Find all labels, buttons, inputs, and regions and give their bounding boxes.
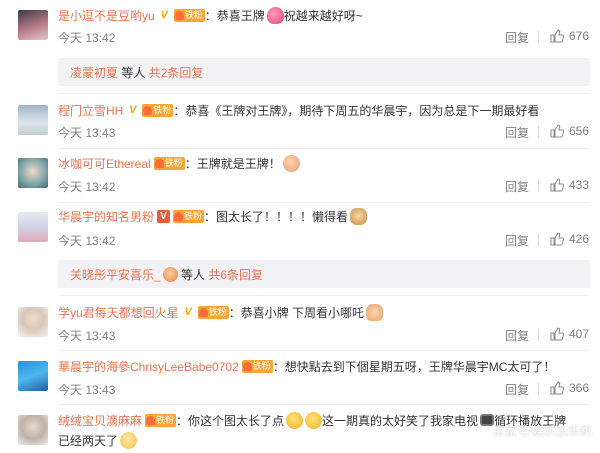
divider [58, 295, 590, 296]
verified-icon: V [160, 8, 168, 21]
username[interactable]: 華晨宇的海參ChrisyLeeBabe0702 [58, 358, 239, 375]
reply-button[interactable]: 回复 [505, 327, 529, 344]
sub-replies-box[interactable]: 凌蒙初夏 等人 共2条回复 [58, 58, 590, 86]
fan-badge-icon[interactable]: 铁粉 [153, 156, 185, 170]
verified-icon: V [184, 305, 192, 318]
username[interactable]: 华晨宇的知名男粉 [58, 208, 154, 225]
username[interactable]: 是小逗不是豆哟yu [58, 7, 155, 24]
like-button[interactable]: 366 [550, 381, 589, 395]
reply-button[interactable]: 回复 [505, 232, 529, 249]
divider [58, 148, 590, 149]
heart-emoji-icon [266, 6, 284, 24]
timestamp: 今天 13:43 [58, 329, 116, 343]
avatar[interactable] [18, 361, 48, 391]
like-count: 407 [569, 327, 590, 341]
hand-emoji-icon [366, 303, 384, 321]
timestamp: 今天 13:43 [58, 126, 116, 140]
like-button[interactable]: 656 [550, 124, 589, 138]
like-count: 366 [569, 381, 590, 395]
separator [538, 383, 539, 395]
avatar[interactable] [18, 307, 48, 337]
like-count: 656 [569, 124, 590, 138]
like-button[interactable]: 426 [550, 232, 589, 246]
sub-reply-count-link[interactable]: 共6条回复 [208, 266, 263, 283]
thumbs-up-icon [550, 327, 564, 341]
comment-text-line2: 已经两天了 [58, 433, 119, 448]
sub-reply-names[interactable]: 凌蒙初夏 [70, 64, 118, 81]
avatar[interactable] [18, 212, 48, 242]
timestamp: 今天 13:43 [58, 383, 116, 397]
sub-replies-box[interactable]: 关晓彤平安喜乐_ 等人 共6条回复 [58, 260, 590, 288]
separator [538, 126, 539, 138]
like-count: 426 [569, 232, 590, 246]
thumbs-up-icon [550, 381, 564, 395]
face-emoji-icon [282, 154, 300, 172]
timestamp: 今天 13:42 [58, 31, 116, 45]
username[interactable]: 学yu君每天都想回火星 [58, 304, 179, 321]
username[interactable]: 程门立雪HH [58, 102, 123, 119]
username[interactable]: 绒绒宝贝滴麻麻 [58, 412, 142, 429]
comment-text: ：恭喜《王牌对王牌》，期待下周五的华晨宇，因为总是下一期最好看 [173, 103, 540, 118]
divider [58, 350, 590, 351]
avatar[interactable] [18, 158, 48, 188]
fan-badge-icon[interactable]: 铁粉 [145, 413, 177, 427]
reply-button[interactable]: 回复 [505, 381, 529, 398]
sub-reply-names[interactable]: 关晓彤平安喜乐_ [70, 266, 161, 283]
reply-button[interactable]: 回复 [505, 29, 529, 46]
timestamp: 今天 13:42 [58, 234, 116, 248]
comment-text: ：恭喜王牌 [204, 8, 265, 23]
sub-reply-suffix: 等人 [177, 267, 209, 282]
like-button[interactable]: 407 [550, 327, 589, 341]
sub-reply-count-link[interactable]: 共2条回复 [149, 64, 204, 81]
face-emoji-icon [162, 266, 178, 282]
fan-badge-icon[interactable]: 铁粉 [173, 8, 205, 22]
comment-text-mid: 这一期真的太好笑了我家电视 [322, 413, 479, 428]
comment-text: ：恭喜小牌 下周看小哪吒 [228, 305, 365, 320]
cat-emoji-icon [350, 207, 368, 225]
fan-badge-icon[interactable]: 铁粉 [241, 359, 273, 373]
like-count: 433 [569, 178, 590, 192]
fan-badge-icon[interactable]: 铁粉 [173, 209, 205, 223]
thumbs-up-icon [550, 124, 564, 138]
laughing-emoji-icon [305, 411, 323, 429]
verified-icon: V [157, 209, 171, 223]
fan-badge-icon[interactable]: 铁粉 [142, 103, 174, 117]
laughing-emoji-icon [286, 411, 304, 429]
verified-icon: V [129, 103, 137, 116]
like-button[interactable]: 433 [550, 178, 589, 192]
reply-button[interactable]: 回复 [505, 178, 529, 195]
sub-reply-suffix: 等人 [118, 65, 149, 80]
separator [538, 329, 539, 341]
avatar[interactable] [18, 105, 48, 135]
divider [58, 404, 590, 405]
reply-button[interactable]: 回复 [505, 124, 529, 141]
separator [538, 31, 539, 43]
thumbs-up-icon [550, 178, 564, 192]
username[interactable]: 冰咖可可Ethereal [58, 155, 151, 172]
smile-emoji-icon [120, 431, 138, 449]
avatar[interactable] [18, 415, 48, 445]
timestamp: 今天 13:42 [58, 180, 116, 194]
comment-text: ：你这个图太长了点 [176, 413, 285, 428]
avatar[interactable] [18, 10, 48, 40]
divider [58, 202, 590, 203]
thumbs-up-icon [550, 29, 564, 43]
like-count: 676 [569, 29, 590, 43]
comment-text: ：图太长了！！！！懒得看 [204, 209, 349, 224]
comment-text: ：想快點去到下個星期五呀，王牌华晨宇MC太可了！ [272, 359, 556, 374]
watermark: 百家号/娱乐乐乐机 [492, 424, 592, 438]
like-button[interactable]: 676 [550, 29, 589, 43]
separator [538, 234, 539, 246]
comment-text: ：王牌就是王牌！ [184, 156, 281, 171]
separator [538, 180, 539, 192]
comment-text-after: 祝越来越好呀~ [283, 8, 363, 23]
divider [58, 93, 590, 94]
thumbs-up-icon [550, 232, 564, 246]
fan-badge-icon[interactable]: 铁粉 [197, 305, 229, 319]
